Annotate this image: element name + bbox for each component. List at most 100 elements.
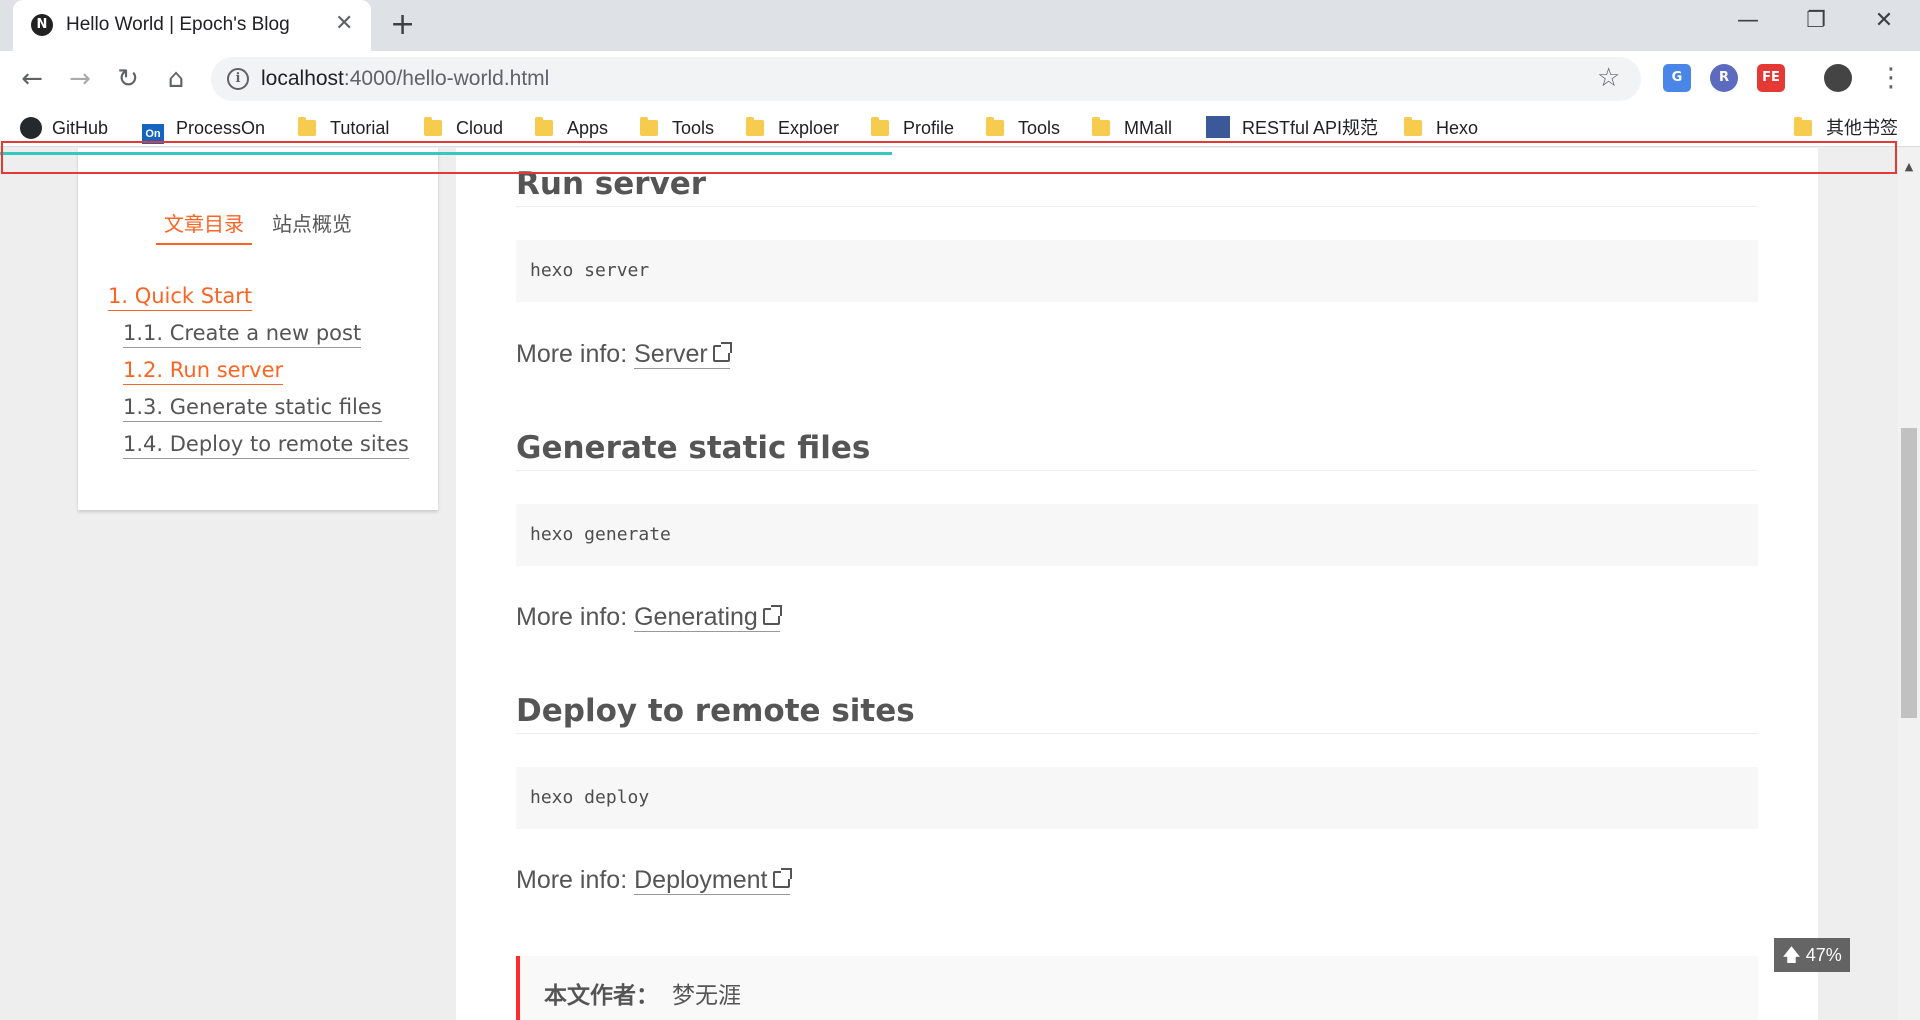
bookmark-label: Apps xyxy=(567,118,609,138)
minimize-icon[interactable]: — xyxy=(1728,6,1768,36)
more-info-server: More info: Server xyxy=(516,340,732,369)
scroll-up-icon[interactable]: ▲ xyxy=(1898,160,1920,173)
more-info-label: More info: xyxy=(516,340,635,368)
sidebar-tabs: 文章目录 站点概览 xyxy=(78,208,438,245)
r-extension-icon[interactable]: R xyxy=(1710,64,1738,92)
bookmark-label: GitHub xyxy=(52,118,109,138)
bookmark-apps[interactable]: Apps xyxy=(535,115,608,141)
restful-api-icon xyxy=(1206,116,1230,138)
more-info-deployment: More info: Deployment xyxy=(516,866,792,895)
generating-link[interactable]: Generating xyxy=(634,603,782,632)
page-viewport: 文章目录 站点概览 1. Quick Start 1.1. Create a ne… xyxy=(0,148,1898,1020)
page-scrollbar[interactable]: ▲ xyxy=(1898,148,1920,1020)
tab-close-icon[interactable]: ✕ xyxy=(335,11,353,37)
external-link-icon xyxy=(712,342,732,362)
bookmark-processon[interactable]: On ProcessOn xyxy=(142,115,266,144)
external-link-icon xyxy=(762,605,782,625)
translate-extension-icon[interactable]: G xyxy=(1663,64,1691,92)
heading-deploy: Deploy to remote sites xyxy=(516,693,1758,734)
folder-icon xyxy=(986,117,1004,136)
bookmark-restful-api[interactable]: RESTful API规范 xyxy=(1206,115,1378,141)
link-text: Generating xyxy=(634,603,758,631)
toc-item-generate[interactable]: 1.3. Generate static files xyxy=(123,393,382,422)
toc-item-create-post[interactable]: 1.1. Create a new post xyxy=(123,319,362,348)
bookmark-label: ProcessOn xyxy=(176,118,266,138)
browser-tab[interactable]: N Hello World | Epoch's Blog ✕ xyxy=(13,0,371,51)
link-text: Deployment xyxy=(634,866,768,894)
folder-icon xyxy=(1092,117,1110,136)
highlight-box xyxy=(1,141,1897,174)
code-block: hexo deploy xyxy=(516,767,1758,829)
url-text[interactable]: localhost:4000/hello-world.html xyxy=(261,67,549,91)
back-to-top-button[interactable]: 🡅 47% xyxy=(1774,938,1850,972)
more-info-label: More info: xyxy=(516,603,635,631)
more-info-label: More info: xyxy=(516,866,635,894)
url-path: :4000/hello-world.html xyxy=(343,67,550,90)
arrow-up-icon: 🡅 xyxy=(1782,945,1806,965)
bookmark-label: Exploer xyxy=(778,118,840,138)
close-window-icon[interactable]: ✕ xyxy=(1864,6,1904,36)
reload-icon[interactable]: ↻ xyxy=(112,63,144,95)
new-tab-icon[interactable]: + xyxy=(390,8,415,42)
copyright-label: 本文作者： xyxy=(544,983,659,1009)
folder-icon xyxy=(424,117,442,136)
title-bar: N Hello World | Epoch's Blog ✕ + — ❐ ✕ xyxy=(0,0,1920,51)
link-text: Server xyxy=(634,340,708,368)
tab-overview[interactable]: 站点概览 xyxy=(264,208,360,243)
folder-icon xyxy=(298,117,316,136)
browser-toolbar: ← → ↻ ⌂ i localhost:4000/hello-world.htm… xyxy=(0,51,1920,107)
folder-icon xyxy=(640,117,658,136)
bookmark-label: 其他书签 xyxy=(1826,118,1898,138)
bookmark-github[interactable]: GitHub xyxy=(20,115,108,141)
tab-title: Hello World | Epoch's Blog xyxy=(66,14,290,35)
bookmark-label: Cloud xyxy=(456,118,504,138)
back-to-top-percent: 47% xyxy=(1805,945,1842,965)
site-info-icon[interactable]: i xyxy=(227,68,249,90)
folder-icon xyxy=(535,117,553,136)
bookmark-label: Profile xyxy=(903,118,955,138)
address-bar[interactable]: i localhost:4000/hello-world.html ☆ xyxy=(211,57,1641,101)
browser-menu-icon[interactable]: ⋮ xyxy=(1878,61,1904,95)
copyright-author: 梦无涯 xyxy=(672,983,741,1009)
bookmark-star-icon[interactable]: ☆ xyxy=(1597,63,1620,93)
fe-extension-icon[interactable]: FE xyxy=(1757,64,1785,92)
server-link[interactable]: Server xyxy=(634,340,732,369)
site-favicon-icon: N xyxy=(31,14,53,36)
bookmark-hexo[interactable]: Hexo xyxy=(1404,115,1478,141)
profile-avatar[interactable] xyxy=(1824,64,1852,92)
bookmark-label: Tools xyxy=(1018,118,1061,138)
toc-item-run-server[interactable]: 1.2. Run server xyxy=(123,356,284,385)
bookmark-other[interactable]: 其他书签 xyxy=(1794,115,1898,141)
bookmark-profile[interactable]: Profile xyxy=(871,115,954,141)
post-main: Run server hexo server More info: Server… xyxy=(456,148,1818,1020)
code-block: hexo server xyxy=(516,240,1758,302)
back-icon[interactable]: ← xyxy=(16,63,48,95)
toc-item-deploy[interactable]: 1.4. Deploy to remote sites xyxy=(123,430,409,459)
restore-icon[interactable]: ❐ xyxy=(1796,6,1836,36)
forward-icon[interactable]: → xyxy=(64,63,96,95)
bookmark-tutorial[interactable]: Tutorial xyxy=(298,115,389,141)
deployment-link[interactable]: Deployment xyxy=(634,866,792,895)
sidebar: 文章目录 站点概览 1. Quick Start 1.1. Create a ne… xyxy=(78,148,438,510)
folder-icon xyxy=(871,117,889,136)
github-icon xyxy=(20,117,42,139)
toc-item-quick-start[interactable]: 1. Quick Start xyxy=(108,282,253,311)
bookmark-label: MMall xyxy=(1124,118,1172,138)
folder-icon xyxy=(746,117,764,136)
bookmark-label: Hexo xyxy=(1436,118,1479,138)
bookmark-tools-2[interactable]: Tools xyxy=(986,115,1060,141)
url-host: localhost xyxy=(261,67,344,90)
home-icon[interactable]: ⌂ xyxy=(160,63,192,95)
scroll-thumb[interactable] xyxy=(1901,428,1917,718)
bookmark-label: Tutorial xyxy=(330,118,390,138)
folder-icon xyxy=(1794,117,1812,136)
bookmark-tools[interactable]: Tools xyxy=(640,115,714,141)
bookmark-label: Tools xyxy=(672,118,715,138)
bookmark-cloud[interactable]: Cloud xyxy=(424,115,503,141)
bookmark-exploer[interactable]: Exploer xyxy=(746,115,839,141)
bookmark-mmall[interactable]: MMall xyxy=(1092,115,1172,141)
tab-toc[interactable]: 文章目录 xyxy=(156,208,252,245)
heading-generate: Generate static files xyxy=(516,430,1758,471)
bookmark-label: RESTful API规范 xyxy=(1242,118,1379,138)
folder-icon xyxy=(1404,117,1422,136)
